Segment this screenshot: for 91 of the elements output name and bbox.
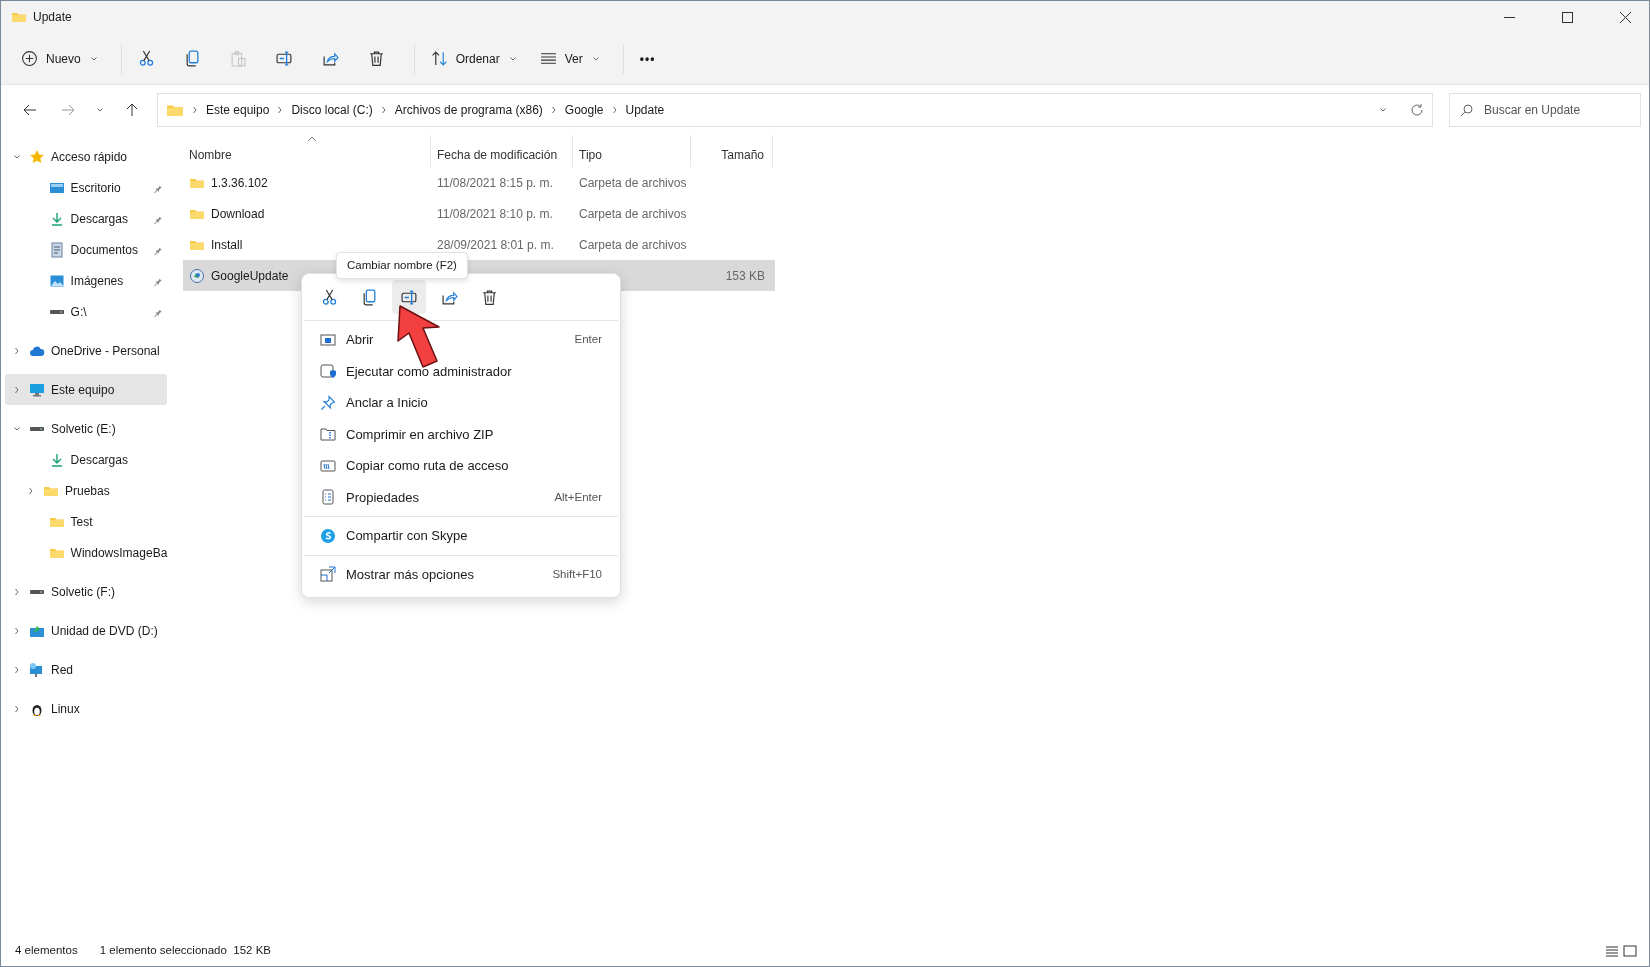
- more-button[interactable]: •••: [631, 40, 672, 77]
- zip-folder-icon: [320, 426, 336, 443]
- file-name: Install: [211, 236, 243, 254]
- computer-icon: [29, 381, 45, 398]
- modified-date: 28/09/2021 8:01 p. m.: [437, 236, 554, 254]
- properties-icon: [320, 489, 336, 506]
- sidebar-item[interactable]: Solvetic (E:): [5, 413, 167, 444]
- file-type: Carpeta de archivos: [579, 205, 687, 223]
- sidebar-item[interactable]: Documentos: [5, 234, 167, 265]
- column-header[interactable]: Tamaño: [691, 135, 773, 167]
- tiles-view-icon[interactable]: [1623, 944, 1637, 958]
- menu-item[interactable]: Ejecutar como administrador: [306, 355, 616, 387]
- sidebar-item[interactable]: Escritorio: [5, 172, 167, 203]
- sidebar-item[interactable]: Imágenes: [5, 265, 167, 296]
- details-view-icon[interactable]: [1605, 944, 1619, 958]
- address-bar[interactable]: Este equipo Disco local (C:) Archivos de programa (x86) Google Update: [157, 93, 1433, 127]
- sidebar-item[interactable]: Unidad de DVD (D:): [5, 615, 167, 646]
- star-icon: [29, 148, 45, 165]
- window-title: Update: [33, 9, 72, 26]
- drive-icon: [48, 308, 65, 315]
- maximize-button[interactable]: [1562, 11, 1573, 23]
- item-count: 4 elementos: [15, 943, 78, 959]
- column-header[interactable]: Tipo: [573, 135, 691, 167]
- sidebar-item[interactable]: Descargas: [5, 444, 167, 475]
- sidebar-item[interactable]: Red: [5, 654, 167, 685]
- skype-icon: [320, 527, 336, 544]
- rename-button[interactable]: [392, 280, 426, 314]
- rename-icon: [400, 288, 418, 306]
- modified-date: 11/08/2021 8:15 p. m.: [437, 174, 553, 192]
- new-button[interactable]: Nuevo: [13, 40, 107, 77]
- column-header[interactable]: Fecha de modificación: [431, 135, 573, 167]
- modified-date: 11/08/2021 8:10 p. m.: [437, 205, 553, 223]
- file-type: Carpeta de archivos: [579, 236, 687, 254]
- view-button[interactable]: Ver: [531, 40, 609, 77]
- menu-item[interactable]: Propiedades Alt+Enter: [306, 481, 616, 513]
- drive-icon: [29, 425, 45, 432]
- drive-icon: [29, 588, 45, 595]
- path-icon: [320, 457, 336, 474]
- trash-icon: [480, 288, 498, 306]
- app-icon: [189, 267, 205, 284]
- menu-item[interactable]: Comprimir en archivo ZIP: [306, 418, 616, 450]
- file-name: GoogleUpdate: [211, 267, 289, 285]
- search-field[interactable]: Buscar en Update: [1449, 93, 1641, 127]
- sidebar-item[interactable]: Descargas: [5, 203, 167, 234]
- tooltip: Cambiar nombre (F2): [336, 252, 468, 280]
- close-button[interactable]: [1620, 11, 1631, 23]
- breadcrumb-item[interactable]: Disco local (C:): [291, 101, 373, 119]
- search-icon: [1460, 104, 1473, 117]
- breadcrumb-item[interactable]: Este equipo: [206, 101, 270, 119]
- expand-icon: [320, 566, 336, 583]
- file-type: Carpeta de archivos: [579, 174, 687, 192]
- forward-arrow-icon: [61, 103, 75, 117]
- selection-info: 1 elemento seleccionado 152 KB: [99, 943, 271, 959]
- sidebar-item[interactable]: Este equipo: [5, 374, 167, 405]
- sort-button[interactable]: Ordenar: [422, 40, 526, 77]
- network-icon: [29, 661, 45, 678]
- file-row[interactable]: Download 11/08/2021 8:10 p. m. Carpeta de archivos: [183, 198, 775, 229]
- file-name: Download: [211, 205, 265, 223]
- sidebar-item[interactable]: Pruebas: [5, 475, 167, 506]
- shortcut-text: Shift+F10: [552, 566, 602, 582]
- file-size: 153 KB: [725, 267, 765, 285]
- document-icon: [48, 241, 65, 258]
- sort-indicator-icon: [306, 136, 317, 142]
- sidebar-item[interactable]: Solvetic (F:): [5, 576, 167, 607]
- column-header[interactable]: Nombre: [183, 135, 431, 167]
- menu-item[interactable]: Mostrar más opciones Shift+F10: [306, 558, 616, 590]
- file-row[interactable]: 1.3.36.102 11/08/2021 8:15 p. m. Carpeta de archivos: [183, 167, 775, 198]
- shield-icon: [320, 363, 336, 380]
- pin-icon: [320, 394, 336, 411]
- sidebar-item[interactable]: Test: [5, 506, 167, 537]
- menu-item[interactable]: Copiar como ruta de acceso: [306, 450, 616, 482]
- share-icon: [440, 288, 458, 306]
- breadcrumb-item[interactable]: Google: [564, 101, 604, 119]
- window-icon: [320, 331, 336, 348]
- refresh-icon[interactable]: [1410, 103, 1424, 117]
- menu-item[interactable]: Abrir Enter: [306, 324, 616, 356]
- breadcrumb-item[interactable]: Update: [625, 101, 665, 119]
- sidebar-item[interactable]: Acceso rápido: [5, 141, 167, 172]
- breadcrumb-item[interactable]: Archivos de programa (x86): [394, 101, 543, 119]
- cut-icon: [320, 288, 338, 306]
- menu-item[interactable]: Anclar a Inicio: [306, 387, 616, 419]
- sidebar-item[interactable]: G:\: [5, 296, 167, 327]
- shortcut-text: Enter: [574, 332, 602, 348]
- file-name: 1.3.36.102: [211, 174, 268, 192]
- menu-item[interactable]: Compartir con Skype: [306, 520, 616, 552]
- shortcut-text: Alt+Enter: [554, 489, 602, 505]
- sidebar-item[interactable]: WindowsImageBa: [5, 537, 167, 568]
- sidebar-item[interactable]: Linux: [5, 693, 167, 724]
- sidebar-item[interactable]: OneDrive - Personal: [5, 335, 167, 366]
- back-arrow-icon: [23, 103, 37, 117]
- up-arrow-icon: [125, 103, 139, 117]
